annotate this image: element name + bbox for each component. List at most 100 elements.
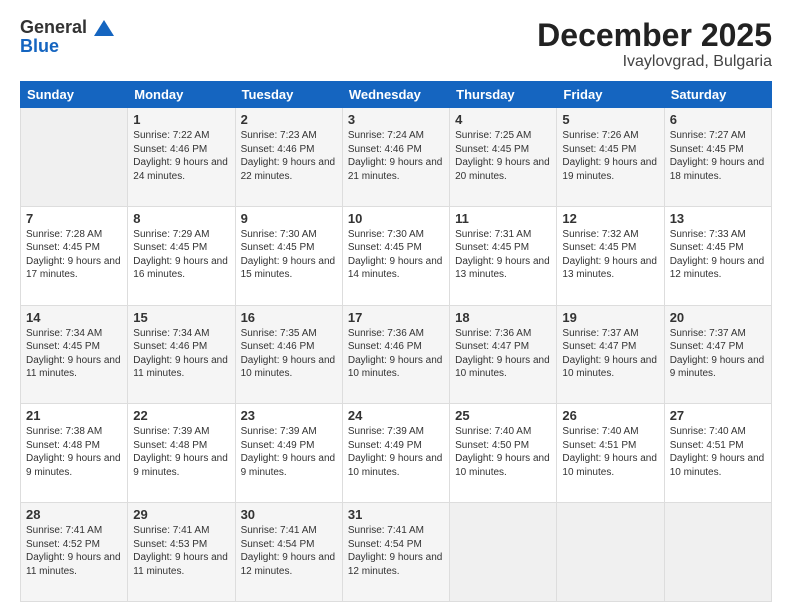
table-row: 24Sunrise: 7:39 AMSunset: 4:49 PMDayligh… (342, 404, 449, 503)
cell-info: Sunrise: 7:34 AMSunset: 4:46 PMDaylight:… (133, 327, 229, 381)
table-row: 8Sunrise: 7:29 AMSunset: 4:45 PMDaylight… (128, 206, 235, 305)
page: General Blue December 2025 Ivaylovgrad, … (0, 0, 792, 612)
daylight: Daylight: 9 hours and 19 minutes. (562, 157, 657, 182)
header-tuesday: Tuesday (235, 82, 342, 108)
day-number: 10 (348, 211, 444, 226)
sunset: Sunset: 4:45 PM (26, 242, 100, 253)
cell-info: Sunrise: 7:41 AMSunset: 4:53 PMDaylight:… (133, 524, 229, 578)
sunrise: Sunrise: 7:36 AM (455, 328, 531, 339)
sunrise: Sunrise: 7:32 AM (562, 229, 638, 240)
cell-info: Sunrise: 7:23 AMSunset: 4:46 PMDaylight:… (241, 129, 337, 183)
sunset: Sunset: 4:54 PM (348, 539, 422, 550)
sunrise: Sunrise: 7:38 AM (26, 426, 102, 437)
sunset: Sunset: 4:45 PM (348, 242, 422, 253)
daylight: Daylight: 9 hours and 20 minutes. (455, 157, 550, 182)
daylight: Daylight: 9 hours and 12 minutes. (348, 552, 443, 577)
sunset: Sunset: 4:45 PM (670, 242, 744, 253)
sunrise: Sunrise: 7:39 AM (241, 426, 317, 437)
cell-info: Sunrise: 7:39 AMSunset: 4:49 PMDaylight:… (348, 425, 444, 479)
daylight: Daylight: 9 hours and 12 minutes. (670, 256, 765, 281)
day-number: 17 (348, 310, 444, 325)
table-row: 21Sunrise: 7:38 AMSunset: 4:48 PMDayligh… (21, 404, 128, 503)
table-row: 28Sunrise: 7:41 AMSunset: 4:52 PMDayligh… (21, 503, 128, 602)
title-block: December 2025 Ivaylovgrad, Bulgaria (537, 18, 772, 71)
sunrise: Sunrise: 7:37 AM (670, 328, 746, 339)
sunrise: Sunrise: 7:22 AM (133, 130, 209, 141)
cell-info: Sunrise: 7:27 AMSunset: 4:45 PMDaylight:… (670, 129, 766, 183)
table-row: 7Sunrise: 7:28 AMSunset: 4:45 PMDaylight… (21, 206, 128, 305)
table-row: 19Sunrise: 7:37 AMSunset: 4:47 PMDayligh… (557, 305, 664, 404)
table-row: 2Sunrise: 7:23 AMSunset: 4:46 PMDaylight… (235, 108, 342, 207)
daylight: Daylight: 9 hours and 10 minutes. (562, 453, 657, 478)
daylight: Daylight: 9 hours and 15 minutes. (241, 256, 336, 281)
sunset: Sunset: 4:54 PM (241, 539, 315, 550)
day-number: 26 (562, 408, 658, 423)
cell-info: Sunrise: 7:36 AMSunset: 4:46 PMDaylight:… (348, 327, 444, 381)
cell-info: Sunrise: 7:33 AMSunset: 4:45 PMDaylight:… (670, 228, 766, 282)
cell-info: Sunrise: 7:24 AMSunset: 4:46 PMDaylight:… (348, 129, 444, 183)
table-row (664, 503, 771, 602)
day-number: 22 (133, 408, 229, 423)
sunset: Sunset: 4:46 PM (241, 341, 315, 352)
day-number: 19 (562, 310, 658, 325)
sunrise: Sunrise: 7:39 AM (133, 426, 209, 437)
sunrise: Sunrise: 7:40 AM (670, 426, 746, 437)
sunset: Sunset: 4:47 PM (562, 341, 636, 352)
day-number: 21 (26, 408, 122, 423)
cell-info: Sunrise: 7:25 AMSunset: 4:45 PMDaylight:… (455, 129, 551, 183)
day-number: 15 (133, 310, 229, 325)
table-row: 31 Sunrise: 7:41 AMSunset: 4:54 PMDayligh… (342, 503, 449, 602)
logo: General Blue (20, 18, 114, 57)
table-row: 17 Sunrise: 7:36 AMSunset: 4:46 PMDayligh… (342, 305, 449, 404)
daylight: Daylight: 9 hours and 16 minutes. (133, 256, 228, 281)
sunset: Sunset: 4:46 PM (348, 144, 422, 155)
day-number: 18 (455, 310, 551, 325)
calendar-row: 1Sunrise: 7:22 AMSunset: 4:46 PMDaylight… (21, 108, 772, 207)
table-row: 13 Sunrise: 7:33 AMSunset: 4:45 PMDayligh… (664, 206, 771, 305)
sunset: Sunset: 4:47 PM (670, 341, 744, 352)
sunset: Sunset: 4:48 PM (133, 440, 207, 451)
table-row: 4Sunrise: 7:25 AMSunset: 4:45 PMDaylight… (450, 108, 557, 207)
daylight: Daylight: 9 hours and 11 minutes. (26, 355, 121, 380)
table-row (21, 108, 128, 207)
day-number: 11 (455, 211, 551, 226)
table-row: 14Sunrise: 7:34 AMSunset: 4:45 PMDayligh… (21, 305, 128, 404)
table-row: 10 Sunrise: 7:30 AMSunset: 4:45 PMDayligh… (342, 206, 449, 305)
cell-info: Sunrise: 7:35 AMSunset: 4:46 PMDaylight:… (241, 327, 337, 381)
sunset: Sunset: 4:49 PM (348, 440, 422, 451)
cell-info: Sunrise: 7:30 AMSunset: 4:45 PMDaylight:… (348, 228, 444, 282)
cell-info: Sunrise: 7:31 AMSunset: 4:45 PMDaylight:… (455, 228, 551, 282)
daylight: Daylight: 9 hours and 13 minutes. (455, 256, 550, 281)
day-number: 28 (26, 507, 122, 522)
day-number: 25 (455, 408, 551, 423)
cell-info: Sunrise: 7:36 AMSunset: 4:47 PMDaylight:… (455, 327, 551, 381)
day-number: 6 (670, 112, 766, 127)
sunrise: Sunrise: 7:26 AM (562, 130, 638, 141)
day-number: 29 (133, 507, 229, 522)
day-number: 8 (133, 211, 229, 226)
cell-info: Sunrise: 7:28 AMSunset: 4:45 PMDaylight:… (26, 228, 122, 282)
cell-info: Sunrise: 7:37 AMSunset: 4:47 PMDaylight:… (670, 327, 766, 381)
sunrise: Sunrise: 7:35 AM (241, 328, 317, 339)
day-number: 5 (562, 112, 658, 127)
calendar-row: 21 Sunrise: 7:38 AM Sunset: 4:48 PM Dayligh… (21, 404, 772, 503)
header-monday: Monday (128, 82, 235, 108)
cell-info: Sunrise: 7:41 AMSunset: 4:54 PMDaylight:… (241, 524, 337, 578)
sunrise: Sunrise: 7:25 AM (455, 130, 531, 141)
sunset: Sunset: 4:48 PM (26, 440, 100, 451)
table-row: 18 Sunrise: 7:36 AMSunset: 4:47 PMDayligh… (450, 305, 557, 404)
table-row: 6 Sunrise: 7:27 AMSunset: 4:45 PMDaylight… (664, 108, 771, 207)
sunset: Sunset: 4:45 PM (133, 242, 207, 253)
sunset: Sunset: 4:52 PM (26, 539, 100, 550)
table-row: 30Sunrise: 7:41 AMSunset: 4:54 PMDayligh… (235, 503, 342, 602)
sunrise: Sunrise: 7:27 AM (670, 130, 746, 141)
daylight: Daylight: 9 hours and 18 minutes. (670, 157, 765, 182)
cell-info: Sunrise: 7:34 AMSunset: 4:45 PMDaylight:… (26, 327, 122, 381)
calendar-row: 14Sunrise: 7:34 AMSunset: 4:45 PMDayligh… (21, 305, 772, 404)
daylight: Daylight: 9 hours and 17 minutes. (26, 256, 121, 281)
calendar-row: 7Sunrise: 7:28 AMSunset: 4:45 PMDaylight… (21, 206, 772, 305)
cell-info: Sunrise: 7:41 AMSunset: 4:54 PMDaylight:… (348, 524, 444, 578)
day-number: 31 (348, 507, 444, 522)
daylight: Daylight: 9 hours and 10 minutes. (348, 453, 443, 478)
day-number: 13 (670, 211, 766, 226)
